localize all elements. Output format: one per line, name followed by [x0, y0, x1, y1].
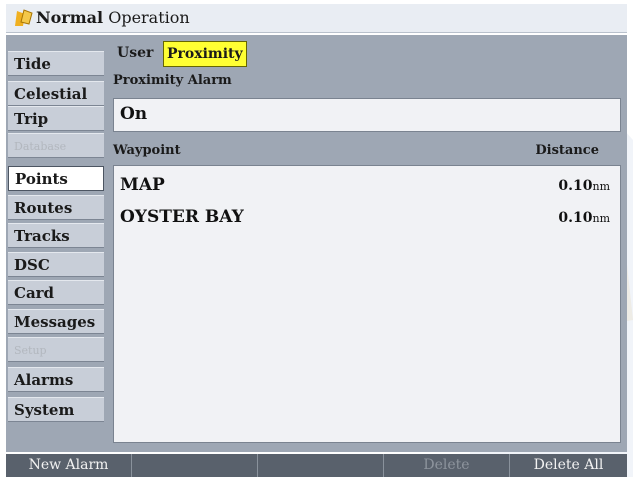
list-item[interactable]: OYSTER BAY 0.10nm [114, 202, 620, 232]
sidebar-item-dsc[interactable]: DSC [8, 252, 104, 277]
distance-column-header: Distance [535, 143, 599, 158]
sidebar-item-tracks[interactable]: Tracks [8, 223, 104, 248]
mode-label: Normal [36, 8, 104, 27]
sidebar-item-system[interactable]: System [8, 397, 104, 422]
softkey-3 [258, 454, 384, 477]
new-alarm-button[interactable]: New Alarm [6, 454, 132, 477]
distance-value: 0.10 [558, 210, 593, 226]
sidebar-item-tide[interactable]: Tide [8, 51, 104, 76]
distance-unit: nm [592, 212, 610, 225]
sidebar: Tide Celestial Trip Database Points Rout… [6, 35, 106, 452]
waypoint-list: MAP 0.10nm OYSTER BAY 0.10nm [113, 165, 621, 443]
proximity-alarm-label: Proximity Alarm [113, 73, 232, 88]
softkey-2 [132, 454, 258, 477]
sidebar-item-setup: Setup [8, 337, 104, 362]
proximity-alarm-field[interactable]: On [113, 98, 621, 132]
chartplotter-flag-icon [15, 9, 33, 26]
distance-unit: nm [592, 180, 610, 193]
sidebar-item-trip[interactable]: Trip [8, 106, 104, 131]
delete-all-button[interactable]: Delete All [510, 454, 627, 477]
sidebar-item-alarms[interactable]: Alarms [8, 367, 104, 392]
distance-value: 0.10 [558, 178, 593, 194]
proximity-alarm-value: On [120, 104, 148, 124]
device-screen: Normal Operation Tide Celestial Trip Dat… [0, 0, 633, 477]
main-panel: User Proximity Proximity Alarm On Waypoi… [106, 35, 627, 452]
list-item[interactable]: MAP 0.10nm [114, 170, 620, 200]
title-bar: Normal Operation [6, 4, 627, 33]
waypoint-name: OYSTER BAY [120, 207, 244, 227]
tab-user[interactable]: User [114, 41, 156, 65]
waypoint-distance: 0.10nm [558, 178, 610, 194]
sidebar-item-celestial[interactable]: Celestial [8, 81, 104, 106]
waypoint-name: MAP [120, 175, 165, 195]
title-label: Operation [108, 8, 190, 27]
delete-button: Delete [384, 454, 510, 477]
page-title: Normal Operation [36, 8, 190, 27]
waypoint-column-header: Waypoint [113, 143, 181, 158]
sidebar-item-points[interactable]: Points [8, 166, 104, 191]
waypoint-distance: 0.10nm [558, 210, 610, 226]
tab-proximity[interactable]: Proximity [163, 41, 247, 67]
sidebar-item-database: Database [8, 133, 104, 158]
sidebar-item-messages[interactable]: Messages [8, 309, 104, 334]
softkey-bar: New Alarm Delete Delete All [6, 454, 627, 477]
sidebar-item-card[interactable]: Card [8, 280, 104, 305]
sidebar-item-routes[interactable]: Routes [8, 195, 104, 220]
